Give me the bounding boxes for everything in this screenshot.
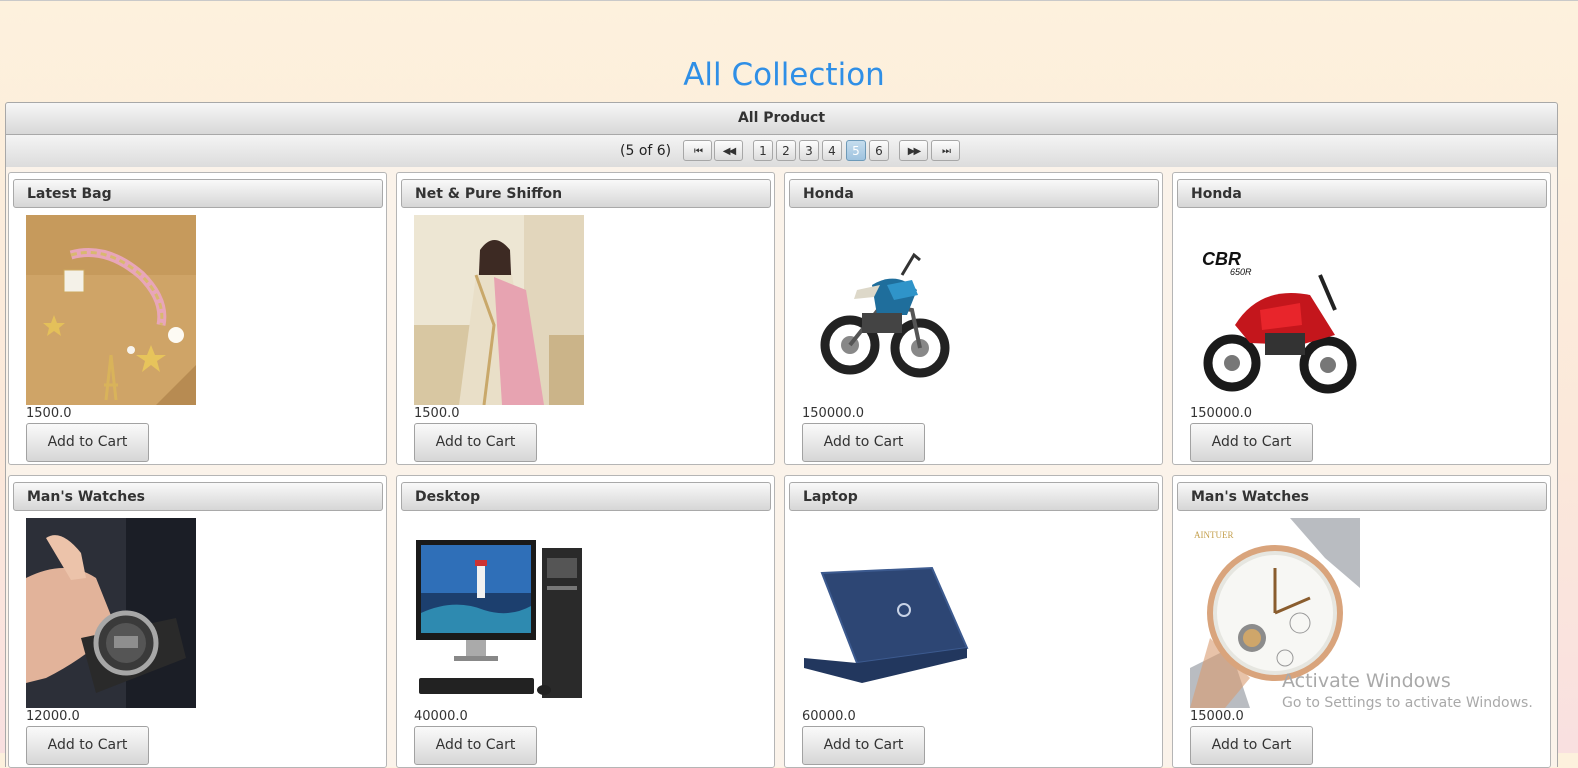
- product-title: Honda: [789, 179, 1159, 208]
- product-image[interactable]: [414, 518, 584, 708]
- product-image[interactable]: [26, 518, 196, 708]
- svg-text:AINTUER: AINTUER: [1194, 530, 1234, 540]
- product-card: Honda CBR 650R 150000.0 Add to Cart: [1172, 172, 1551, 465]
- product-image[interactable]: [414, 215, 584, 405]
- product-price: 15000.0: [1190, 709, 1244, 724]
- product-title: Man's Watches: [1177, 482, 1547, 511]
- add-to-cart-button[interactable]: Add to Cart: [26, 423, 149, 462]
- product-title: Honda: [1177, 179, 1547, 208]
- add-to-cart-button[interactable]: Add to Cart: [414, 423, 537, 462]
- paginator-current-report: (5 of 6): [620, 143, 672, 159]
- last-page-icon: ⏭: [942, 146, 951, 157]
- page-title: All Collection: [683, 57, 885, 93]
- page-2-button[interactable]: 2: [776, 140, 796, 161]
- product-card: Man's Watches 12000.0 Add to Cart: [8, 475, 387, 768]
- page-1-button[interactable]: 1: [753, 140, 773, 161]
- product-price: 150000.0: [1190, 406, 1253, 421]
- product-card: Honda 150000.0 Add to Cart: [784, 172, 1163, 465]
- add-to-cart-button[interactable]: Add to Cart: [414, 726, 537, 765]
- panel-header: All Product: [5, 102, 1558, 135]
- watermark-title: Activate Windows: [1282, 670, 1451, 692]
- watermark-subtitle: Go to Settings to activate Windows.: [1282, 695, 1533, 711]
- product-title: Laptop: [789, 482, 1159, 511]
- product-image[interactable]: CBR 650R: [1190, 215, 1360, 405]
- add-to-cart-button[interactable]: Add to Cart: [26, 726, 149, 765]
- product-image[interactable]: [802, 215, 972, 405]
- product-title: Net & Pure Shiffon: [401, 179, 771, 208]
- product-price: 40000.0: [414, 709, 468, 724]
- product-card: Desktop 40000.0 Add to Cart: [396, 475, 775, 768]
- next-page-icon: ▶▶: [907, 146, 921, 157]
- product-image[interactable]: [802, 518, 972, 708]
- top-border: [0, 0, 1578, 1]
- page-6-button[interactable]: 6: [869, 140, 889, 161]
- prev-page-button[interactable]: ◀◀: [714, 140, 743, 161]
- first-page-icon: ⏮: [694, 146, 703, 157]
- product-title: Latest Bag: [13, 179, 383, 208]
- product-price: 60000.0: [802, 709, 856, 724]
- product-title: Man's Watches: [13, 482, 383, 511]
- svg-text:650R: 650R: [1230, 267, 1252, 277]
- product-price: 1500.0: [414, 406, 460, 421]
- first-page-button[interactable]: ⏮: [683, 140, 712, 161]
- page-3-button[interactable]: 3: [799, 140, 819, 161]
- product-title: Desktop: [401, 482, 771, 511]
- product-card: Latest Bag 1500.0 Add to Cart: [8, 172, 387, 465]
- product-card: Laptop 60000.0 Add to Cart: [784, 475, 1163, 768]
- last-page-button[interactable]: ⏭: [931, 140, 960, 161]
- product-price: 150000.0: [802, 406, 865, 421]
- page-5-button[interactable]: 5: [846, 140, 866, 161]
- add-to-cart-button[interactable]: Add to Cart: [802, 423, 925, 462]
- add-to-cart-button[interactable]: Add to Cart: [802, 726, 925, 765]
- paginator: (5 of 6) ⏮ ◀◀ 1 2 3 4 5 6 ▶▶ ⏭: [5, 135, 1558, 168]
- product-card: Man's Watches AINTUER 15000.0 Add to Car…: [1172, 475, 1551, 768]
- page-4-button[interactable]: 4: [822, 140, 842, 161]
- product-image[interactable]: [26, 215, 196, 405]
- next-page-button[interactable]: ▶▶: [899, 140, 928, 161]
- add-to-cart-button[interactable]: Add to Cart: [1190, 726, 1313, 765]
- windows-activation-watermark: Activate Windows Go to Settings to activ…: [1282, 670, 1533, 711]
- product-price: 1500.0: [26, 406, 72, 421]
- product-card: Net & Pure Shiffon 1500.0 Add to Cart: [396, 172, 775, 465]
- prev-page-icon: ◀◀: [722, 146, 736, 157]
- svg-text:CBR: CBR: [1202, 249, 1241, 269]
- product-price: 12000.0: [26, 709, 80, 724]
- add-to-cart-button[interactable]: Add to Cart: [1190, 423, 1313, 462]
